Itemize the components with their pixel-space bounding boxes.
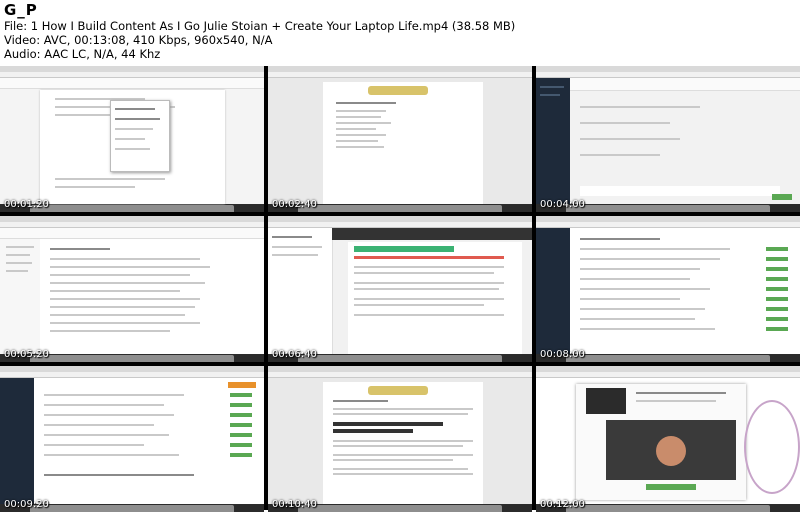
thumbnail-9[interactable]: 00:12:00: [536, 366, 800, 512]
thumbnail-1[interactable]: 00:01:20: [0, 66, 264, 212]
video-info: Video: AVC, 00:13:08, 410 Kbps, 960x540,…: [4, 33, 273, 47]
timestamp: 00:01:20: [4, 199, 49, 210]
timestamp: 00:06:40: [272, 349, 317, 360]
timestamp: 00:05:20: [4, 349, 49, 360]
file-info: File: 1 How I Build Content As I Go Juli…: [4, 19, 516, 33]
timestamp: 00:10:40: [272, 499, 317, 510]
thumbnail-5[interactable]: 00:06:40: [268, 216, 532, 362]
timestamp: 00:12:00: [540, 499, 585, 510]
audio-info: Audio: AAC LC, N/A, 44 Khz: [4, 47, 161, 61]
timestamp: 00:04:00: [540, 199, 585, 210]
thumbnail-3[interactable]: 00:04:00: [536, 66, 800, 212]
thumbnail-4[interactable]: 00:05:20: [0, 216, 264, 362]
file-info-header: G_P File: 1 How I Build Content As I Go …: [0, 0, 800, 63]
thumbnail-8[interactable]: 00:10:40: [268, 366, 532, 512]
thumbnail-7[interactable]: 00:09:20: [0, 366, 264, 512]
logo: G_P: [4, 1, 38, 19]
timestamp: 00:09:20: [4, 499, 49, 510]
thumbnail-2[interactable]: 00:02:40: [268, 66, 532, 212]
timestamp: 00:08:00: [540, 349, 585, 360]
thumbnail-grid: 00:01:20 00:02:40 00:04:00 00:05:20 00:0…: [0, 66, 800, 512]
thumbnail-6[interactable]: 00:08:00: [536, 216, 800, 362]
timestamp: 00:02:40: [272, 199, 317, 210]
